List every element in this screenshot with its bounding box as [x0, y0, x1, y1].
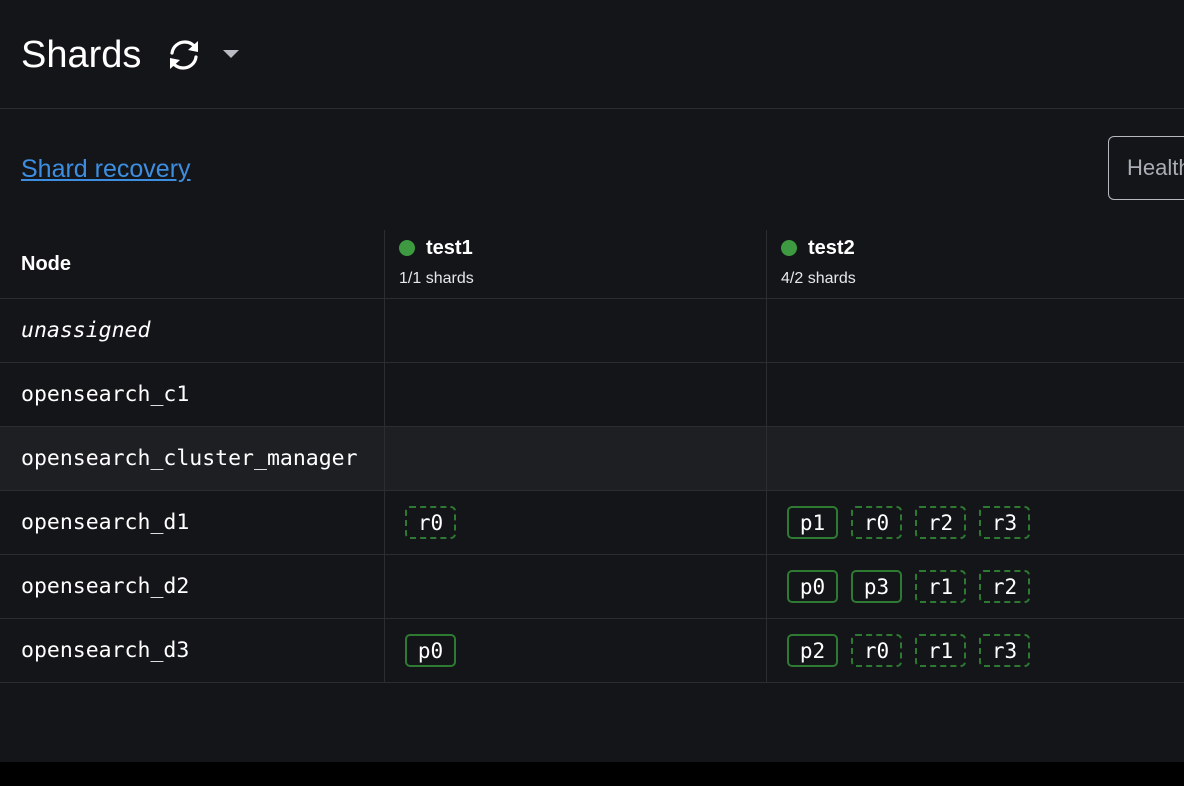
replica-shard-badge[interactable]: r0	[405, 506, 456, 539]
replica-shard-badge[interactable]: r2	[915, 506, 966, 539]
page-title: Shards	[21, 34, 142, 76]
table-row: opensearch_d2 p0 p3 r1 r2	[0, 555, 1184, 619]
refresh-options-dropdown[interactable]	[218, 44, 244, 64]
replica-shard-badge[interactable]: r2	[979, 570, 1030, 603]
index-shard-count: 1/1 shards	[399, 270, 474, 287]
shard-cell	[767, 427, 1184, 490]
node-column-header: Node	[0, 230, 385, 298]
table-row: opensearch_c1	[0, 363, 1184, 427]
health-status-icon	[781, 240, 797, 256]
primary-shard-badge[interactable]: p3	[851, 570, 902, 603]
shard-cell	[385, 555, 767, 618]
shard-cell	[767, 299, 1184, 362]
primary-shard-badge[interactable]: p1	[787, 506, 838, 539]
node-name: opensearch_c1	[21, 382, 190, 407]
shards-table: Node test1 1/1 shards test2 4/2 shards u…	[0, 230, 1184, 683]
primary-shard-badge[interactable]: p2	[787, 634, 838, 667]
node-cell: unassigned	[0, 299, 385, 362]
refresh-icon	[170, 40, 198, 70]
node-name: opensearch_d1	[21, 510, 190, 535]
replica-shard-badge[interactable]: r1	[915, 634, 966, 667]
shards-page: Shards Shard recovery Health Node	[0, 0, 1184, 762]
shard-cell	[385, 363, 767, 426]
node-cell: opensearch_c1	[0, 363, 385, 426]
replica-shard-badge[interactable]: r3	[979, 506, 1030, 539]
replica-shard-badge[interactable]: r0	[851, 506, 902, 539]
index-column-header-test1: test1 1/1 shards	[385, 230, 767, 298]
node-header-label: Node	[21, 252, 71, 275]
table-row: opensearch_d1 r0 p1 r0 r2 r3	[0, 491, 1184, 555]
table-row: unassigned	[0, 299, 1184, 363]
page-header: Shards	[0, 0, 1184, 109]
replica-shard-badge[interactable]: r0	[851, 634, 902, 667]
shard-cell: p2 r0 r1 r3	[767, 619, 1184, 682]
node-cell: opensearch_d1	[0, 491, 385, 554]
index-shard-count: 4/2 shards	[781, 270, 856, 287]
node-cell: opensearch_d3	[0, 619, 385, 682]
table-body: unassigned opensearch_c1 opensearch_cluste…	[0, 299, 1184, 683]
shard-cell: p0 p3 r1 r2	[767, 555, 1184, 618]
shard-cell: p1 r0 r2 r3	[767, 491, 1184, 554]
shard-cell	[385, 299, 767, 362]
table-row: opensearch_d3 p0 p2 r0 r1 r3	[0, 619, 1184, 683]
node-cell: opensearch_cluster_manager	[0, 427, 385, 490]
shard-cell: r0	[385, 491, 767, 554]
index-name[interactable]: test2	[808, 237, 855, 260]
health-status-icon	[399, 240, 415, 256]
health-filter-value: Health	[1127, 155, 1184, 180]
node-name: opensearch_cluster_manager	[21, 446, 358, 471]
primary-shard-badge[interactable]: p0	[405, 634, 456, 667]
node-name: unassigned	[21, 318, 151, 343]
index-name[interactable]: test1	[426, 237, 473, 260]
shard-cell	[385, 427, 767, 490]
node-name: opensearch_d2	[21, 574, 190, 599]
shard-recovery-link[interactable]: Shard recovery	[21, 154, 191, 184]
primary-shard-badge[interactable]: p0	[787, 570, 838, 603]
refresh-button[interactable]	[166, 38, 202, 72]
table-header-row: Node test1 1/1 shards test2 4/2 shards	[0, 230, 1184, 299]
replica-shard-badge[interactable]: r1	[915, 570, 966, 603]
caret-down-icon	[223, 50, 239, 58]
node-cell: opensearch_d2	[0, 555, 385, 618]
shard-cell: p0	[385, 619, 767, 682]
node-name: opensearch_d3	[21, 638, 190, 663]
table-row: opensearch_cluster_manager	[0, 427, 1184, 491]
health-filter-select[interactable]: Health	[1108, 136, 1184, 200]
shard-cell	[767, 363, 1184, 426]
replica-shard-badge[interactable]: r3	[979, 634, 1030, 667]
index-column-header-test2: test2 4/2 shards	[767, 230, 1184, 298]
